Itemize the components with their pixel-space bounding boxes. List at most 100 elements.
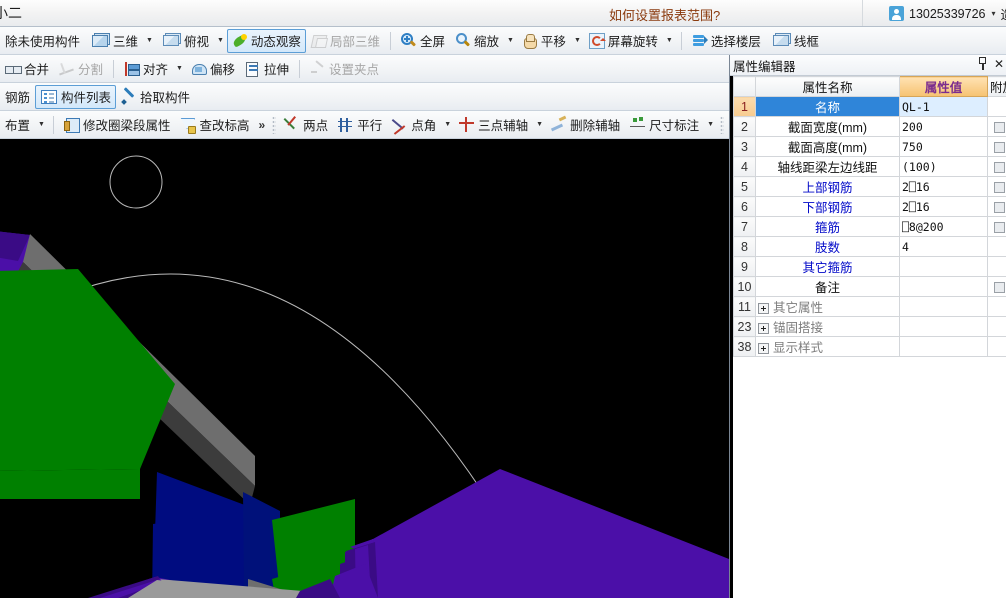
3pt-icon (459, 116, 475, 133)
property-value-cell[interactable] (899, 316, 988, 337)
attachment-checkbox[interactable] (993, 161, 1005, 173)
property-attachment-cell (987, 156, 1006, 177)
rebar-button[interactable]: 钢筋 (0, 85, 35, 109)
two-point-button[interactable]: 两点 (279, 113, 333, 137)
chevron-down-icon[interactable]: ▼ (173, 65, 186, 72)
chevron-down-icon[interactable]: ▾ (991, 9, 995, 18)
three-point-aux-axis-button[interactable]: 三点辅轴 (454, 113, 533, 137)
delete-aux-axis-button[interactable]: 删除辅轴 (546, 113, 625, 137)
chevron-down-icon[interactable]: ▼ (704, 121, 717, 128)
property-value-cell[interactable]: QL-1 (899, 96, 988, 117)
toolbar-drag-handle[interactable] (272, 115, 277, 134)
attachment-checkbox[interactable] (993, 181, 1005, 193)
component-list-button[interactable]: 构件列表 (35, 84, 117, 109)
property-row-index: 6 (733, 196, 756, 217)
property-row[interactable]: 9 其它箍筋 (733, 256, 1006, 277)
attachment-checkbox[interactable] (993, 201, 1005, 213)
layout-button[interactable]: 布置 (0, 113, 35, 137)
property-row[interactable]: 4 轴线距梁左边线距 (100) (733, 156, 1006, 177)
chevron-down-icon[interactable]: ▼ (504, 37, 517, 44)
merge-button[interactable]: 合并 (0, 57, 54, 81)
chevron-down-icon[interactable]: ▼ (441, 121, 454, 128)
property-name-cell: 名称 (755, 96, 900, 117)
property-value-cell[interactable] (899, 256, 988, 277)
property-value-cell[interactable]: 200 (899, 116, 988, 137)
property-row[interactable]: 6 下部钢筋 2⎕16 (733, 196, 1006, 217)
three-d-model-viewport[interactable] (0, 139, 729, 598)
attachment-checkbox[interactable] (993, 221, 1005, 233)
chevron-down-icon[interactable]: ▼ (533, 121, 546, 128)
property-row[interactable]: 38 显示样式 (733, 336, 1006, 357)
select-floor-button[interactable]: 选择楼层 (687, 29, 766, 53)
chevron-down-icon[interactable]: ▼ (663, 37, 676, 44)
modify-ring-beam-props-button[interactable]: 修改圈梁段属性 (59, 113, 176, 137)
property-value-cell[interactable] (899, 276, 988, 297)
app-title: 小二 (0, 5, 22, 21)
property-name-label: 轴线距梁左边线距 (777, 161, 878, 175)
property-row[interactable]: 2 截面宽度(mm) 200 (733, 116, 1006, 137)
close-icon[interactable]: ✕ (994, 58, 1004, 70)
property-row[interactable]: 8 肢数 4 (733, 236, 1006, 257)
fullscreen-button[interactable]: 全屏 (396, 29, 450, 53)
user-avatar-icon (889, 6, 904, 21)
property-row[interactable]: 11 其它属性 (733, 296, 1006, 317)
help-link[interactable]: 如何设置报表范围? (609, 5, 720, 24)
property-value-cell[interactable]: ⎕8@200 (899, 216, 988, 237)
property-value-cell[interactable]: 2⎕16 (899, 196, 988, 217)
toolbar-item-label: 三点辅轴 (478, 119, 529, 133)
attachment-checkbox[interactable] (993, 141, 1005, 153)
offset-button[interactable]: 偏移 (186, 57, 240, 81)
property-value-cell[interactable] (899, 336, 988, 357)
top-view-button[interactable]: 俯视 (156, 29, 214, 53)
property-value-cell[interactable]: 4 (899, 236, 988, 257)
wireframe-button[interactable]: 线框 (766, 29, 824, 53)
toolbar-overflow-button[interactable]: » (254, 118, 269, 132)
pick-component-button[interactable]: 拾取构件 (116, 85, 195, 109)
align-icon (124, 61, 141, 77)
three-d-view-button[interactable]: 三维 (85, 29, 143, 53)
property-value-cell[interactable]: (100) (899, 156, 988, 177)
align-button[interactable]: 对齐 (119, 57, 173, 81)
screen-rotate-button[interactable]: 屏幕旋转 (584, 29, 663, 53)
account-phone[interactable]: 13025339726 (909, 7, 985, 21)
check-elevation-button[interactable]: 查改标高 (175, 113, 254, 137)
chevron-down-icon[interactable]: ▼ (35, 121, 48, 128)
property-value-cell[interactable]: 2⎕16 (899, 176, 988, 197)
expand-plus-icon[interactable] (758, 343, 769, 355)
property-name-label: 锚固搭接 (773, 321, 824, 335)
property-value-cell[interactable]: 750 (899, 136, 988, 157)
property-row-index: 2 (733, 116, 756, 137)
chevron-down-icon[interactable]: ▼ (143, 37, 156, 44)
expand-plus-icon[interactable] (758, 323, 769, 335)
property-row[interactable]: 5 上部钢筋 2⎕16 (733, 176, 1006, 197)
property-row[interactable]: 23 锚固搭接 (733, 316, 1006, 337)
p3d-icon (311, 33, 327, 49)
toolbar-item-label: 局部三维 (329, 35, 380, 49)
dim-icon (630, 117, 646, 133)
point-angle-button[interactable]: 点角 (387, 113, 441, 137)
property-attachment-cell (987, 256, 1006, 277)
property-row[interactable]: 7 箍筋 ⎕8@200 (733, 216, 1006, 237)
chevron-down-icon[interactable]: ▼ (571, 37, 584, 44)
pan-button[interactable]: 平移 (517, 29, 571, 53)
column-header-property-value: 属性值 (899, 76, 988, 97)
property-row[interactable]: 3 截面高度(mm) 750 (733, 136, 1006, 157)
property-row[interactable]: 1 名称 QL-1 (733, 96, 1006, 117)
property-attachment-cell (987, 116, 1006, 137)
remove-unused-components-button[interactable]: 除未使用构件 (0, 29, 85, 53)
dynamic-observe-button[interactable]: 动态观察 (226, 28, 306, 53)
stretch-button[interactable]: 拉伸 (240, 57, 294, 81)
attachment-checkbox[interactable] (993, 281, 1005, 293)
property-value-cell[interactable] (899, 296, 988, 317)
attachment-checkbox[interactable] (993, 121, 1005, 133)
coin-balance[interactable]: 造价豆:0 (1001, 4, 1006, 23)
dimension-annotation-button[interactable]: 尺寸标注 (625, 113, 704, 137)
parallel-button[interactable]: 平行 (333, 113, 387, 137)
expand-plus-icon[interactable] (758, 303, 769, 315)
panel-title: 属性编辑器 (733, 59, 796, 74)
zoom-button[interactable]: 缩放 (450, 29, 504, 53)
toolbar-drag-handle[interactable] (720, 115, 725, 134)
chevron-down-icon[interactable]: ▼ (214, 37, 227, 44)
pin-icon[interactable] (977, 57, 988, 70)
property-row[interactable]: 10 备注 (733, 276, 1006, 297)
